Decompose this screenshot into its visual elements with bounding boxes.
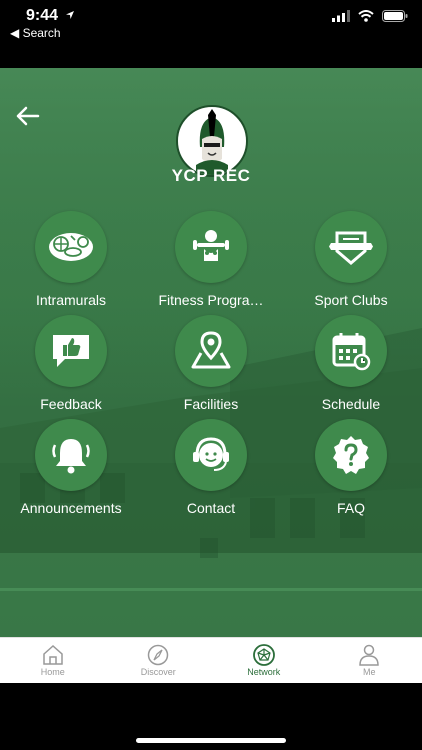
status-time: 9:44 [26, 7, 75, 25]
sport-club-badge-icon [329, 231, 373, 265]
headset-contact-icon [193, 437, 229, 471]
tile-label: Schedule [321, 396, 381, 412]
tab-me[interactable]: Me [317, 638, 422, 683]
tab-label: Me [362, 667, 376, 677]
status-bar: 9:44 ◀ Search [0, 0, 422, 62]
network-icon [252, 644, 275, 666]
tile-intramurals[interactable]: Intramurals [1, 211, 141, 308]
bottom-tab-bar: Home Discover Network Me [0, 637, 422, 683]
back-arrow-icon[interactable] [14, 102, 42, 130]
spartan-mascot-icon [196, 109, 228, 175]
tile-label: FAQ [336, 500, 365, 516]
location-arrow-icon [66, 11, 75, 19]
compass-icon [148, 644, 169, 666]
wifi-icon [358, 10, 374, 22]
tile-contact[interactable]: Contact [141, 419, 281, 516]
tile-announcements[interactable]: Announcements [1, 419, 141, 516]
tile-label: Contact [186, 500, 236, 516]
tile-label: Announcements [20, 500, 122, 516]
map-location-icon [191, 331, 231, 369]
tile-label: Facilities [183, 396, 239, 412]
status-icons [332, 10, 408, 22]
tab-discover[interactable]: Discover [106, 638, 212, 683]
tile-sport-clubs[interactable]: Sport Clubs [281, 211, 421, 308]
tab-label: Network [247, 667, 281, 677]
person-icon [359, 644, 380, 666]
tab-network[interactable]: Network [211, 638, 317, 683]
bell-icon [52, 439, 90, 474]
tile-feedback[interactable]: Feedback [1, 315, 141, 412]
tile-schedule[interactable]: Schedule [281, 315, 421, 412]
battery-icon [382, 10, 408, 22]
signal-icon [332, 10, 350, 22]
page-title: YCP REC [171, 166, 251, 185]
tile-label: Fitness Progra… [158, 292, 264, 308]
tab-home[interactable]: Home [0, 638, 106, 683]
thumbs-up-feedback-icon [53, 335, 89, 367]
question-badge-icon [333, 436, 369, 474]
home-indicator[interactable] [136, 738, 286, 743]
sports-balls-icon [49, 233, 93, 261]
tile-fitness-programs[interactable]: Fitness Progra… [141, 211, 281, 308]
tab-label: Home [40, 667, 65, 677]
tile-faq[interactable]: FAQ [281, 419, 421, 516]
calendar-schedule-icon [332, 333, 371, 371]
tile-label: Feedback [40, 396, 102, 412]
fitness-trainer-icon [193, 230, 229, 261]
tile-label: Sport Clubs [314, 292, 388, 308]
home-icon [43, 644, 63, 665]
tile-facilities[interactable]: Facilities [141, 315, 281, 412]
back-to-search-link[interactable]: ◀ Search [10, 26, 61, 40]
tab-label: Discover [140, 667, 176, 677]
tile-label: Intramurals [35, 292, 107, 308]
app-screen: YCP REC Intramurals Fitness Progra… Spor… [0, 68, 422, 637]
